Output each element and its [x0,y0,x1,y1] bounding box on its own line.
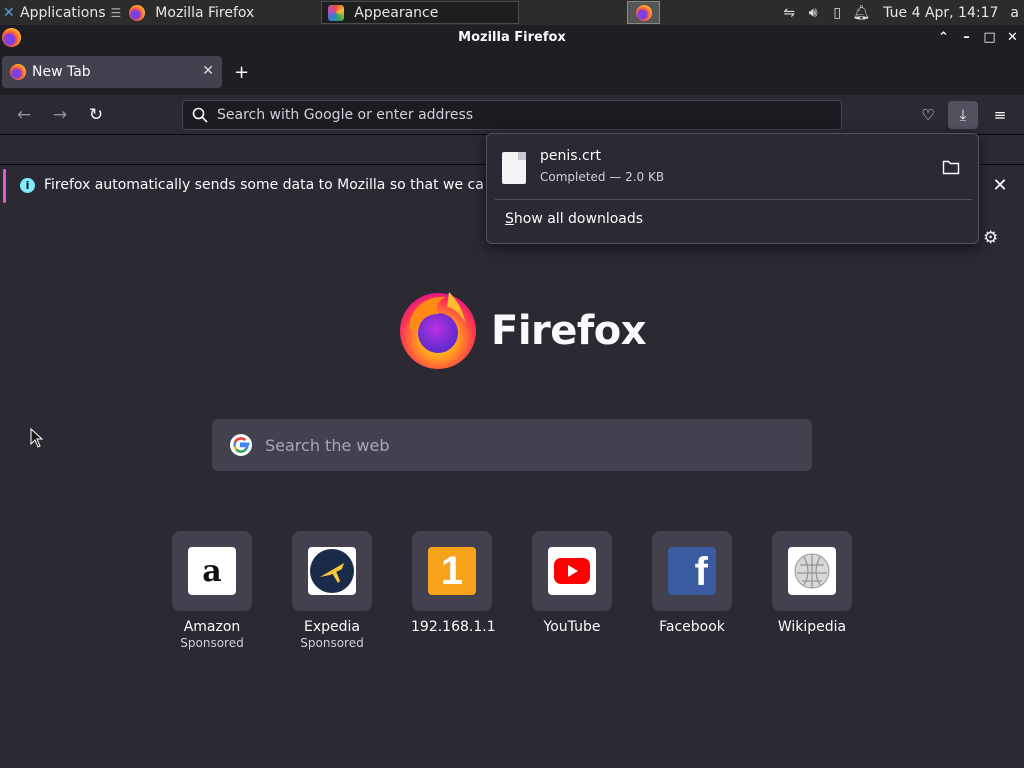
workspace-firefox-button[interactable] [627,1,660,24]
web-search-box[interactable]: Search the web [212,419,812,471]
top-site-router[interactable]: 1 192.168.1.1 [411,531,496,635]
taskbar-item-firefox[interactable]: Mozilla Firefox [123,0,321,25]
gear-icon[interactable]: ⚙ [983,228,998,248]
applications-menu[interactable]: ✕ Applications ☰ [0,0,123,25]
back-arrow-icon[interactable]: ← [12,103,36,127]
navigation-toolbar: ← → ↻ Search with Google or enter addres… [0,95,1024,135]
site-name: YouTube [543,619,601,635]
facebook-icon: f [668,547,716,595]
top-site-amazon[interactable]: a Amazon Sponsored [171,531,253,650]
youtube-icon [548,547,596,595]
number-one-icon: 1 [428,547,476,595]
window-title: Mozilla Firefox [458,30,566,45]
firefox-logo-icon [400,292,476,369]
taskbar-item-appearance[interactable]: Appearance [321,1,520,24]
applications-label: Applications [20,4,106,21]
tab-new-tab[interactable]: New Tab ✕ [2,56,222,88]
site-tile [532,531,612,611]
web-search-placeholder: Search the web [265,435,390,455]
site-tile: f [652,531,732,611]
search-icon [192,107,208,123]
close-tab-icon[interactable]: ✕ [202,63,214,79]
clock[interactable]: Tue 4 Apr, 14:17 [883,5,998,21]
system-tray: ⇋ 🔊︎ ▯ 🔔︎ Tue 4 Apr, 14:17 a [777,0,1024,25]
top-site-facebook[interactable]: f Facebook [651,531,733,635]
top-sites: a Amazon Sponsored Expedia Sponsored 1 1… [171,531,861,671]
firefox-icon [2,28,21,47]
new-tab-button[interactable]: + [234,62,249,83]
site-name: Facebook [659,619,725,635]
menu-separator-icon: ☰ [110,5,122,20]
firefox-wordmark: Firefox [491,308,647,354]
show-all-downloads-button[interactable]: Show all downloads [505,211,643,227]
site-sponsored-label: Sponsored [180,636,244,650]
site-name: Amazon [183,619,241,635]
amazon-icon: a [188,547,236,595]
top-site-wikipedia[interactable]: Wikipedia [771,531,853,635]
maximize-icon[interactable]: □ [978,30,1001,45]
battery-icon[interactable]: ▯ [825,5,849,21]
window-controls: ⌃ – □ ✕ [932,25,1024,50]
close-icon[interactable]: ✕ [1001,30,1024,45]
firefox-icon [129,4,146,21]
taskbar-appearance-label: Appearance [354,4,439,21]
xfce-icon: ✕ [3,4,15,21]
chevron-up-icon[interactable]: ⌃ [932,30,955,45]
user-menu[interactable]: a [1010,5,1019,21]
expedia-icon [308,547,356,595]
url-placeholder: Search with Google or enter address [217,107,474,123]
system-panel: ✕ Applications ☰ Mozilla Firefox Appeara… [0,0,1024,25]
url-bar[interactable]: Search with Google or enter address [182,100,842,130]
notification-accent [3,169,6,203]
access-key-letter: S [505,211,514,227]
reload-icon[interactable]: ↻ [84,103,108,127]
show-all-label: how all downloads [513,211,644,227]
notification-text: Firefox automatically sends some data to… [44,177,484,193]
site-tile: 1 [412,531,492,611]
taskbar-firefox-label: Mozilla Firefox [155,4,255,21]
tab-strip: New Tab ✕ + [0,50,1024,95]
file-icon [502,152,526,184]
mouse-pointer-icon [30,428,44,448]
appearance-icon [328,4,345,21]
site-tile: a [172,531,252,611]
firefox-icon [10,64,26,80]
wikipedia-icon [788,547,836,595]
divider [495,199,972,200]
close-notification-icon[interactable]: ✕ [986,172,1014,200]
window-titlebar: Mozilla Firefox ⌃ – □ ✕ [0,25,1024,50]
new-tab-page: ⚙ Firefox Search the web a Amazon Sponso… [0,206,1024,768]
site-name: 192.168.1.1 [411,619,496,635]
site-tile [292,531,372,611]
download-file-name: penis.crt [540,148,601,164]
hamburger-menu-icon[interactable]: ≡ [985,101,1015,129]
info-icon: i [20,178,35,193]
firefox-icon [635,4,652,21]
site-name: Wikipedia [777,619,847,635]
top-site-expedia[interactable]: Expedia Sponsored [291,531,373,650]
site-name: Expedia [304,619,360,635]
network-icon[interactable]: ⇋ [777,5,801,21]
bell-icon[interactable]: 🔔︎ [849,5,873,21]
downloads-panel: penis.crt Completed — 2.0 KB Show all do… [486,133,979,244]
google-icon [230,434,252,456]
minimize-icon[interactable]: – [955,30,978,45]
tab-label: New Tab [32,64,91,80]
open-folder-icon[interactable] [942,158,960,176]
download-icon[interactable]: ⤓ [948,101,978,129]
top-site-youtube[interactable]: YouTube [531,531,613,635]
site-sponsored-label: Sponsored [300,636,364,650]
site-tile [772,531,852,611]
forward-arrow-icon[interactable]: → [48,103,72,127]
download-status: Completed — 2.0 KB [540,170,665,184]
pocket-icon[interactable]: ♡ [913,101,943,129]
volume-icon[interactable]: 🔊︎ [801,5,825,21]
